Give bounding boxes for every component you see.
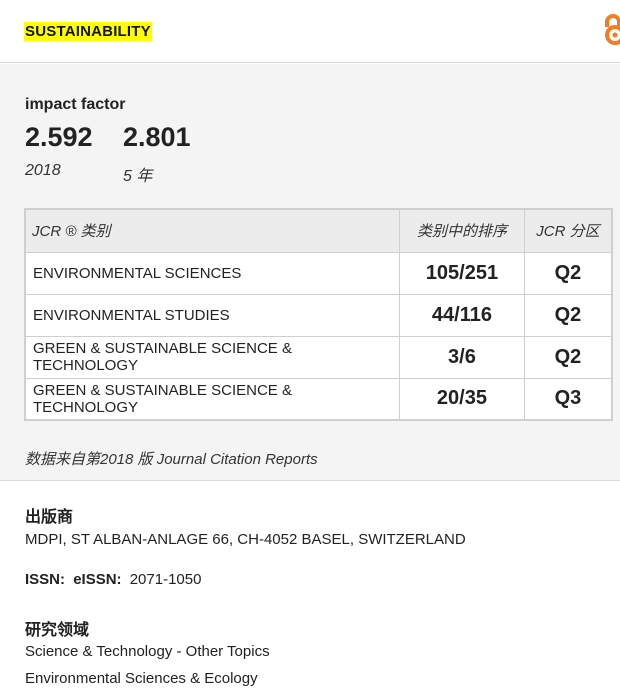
- research-areas-heading: 研究领域: [25, 622, 90, 639]
- category-cell: ENVIRONMENTAL SCIENCES: [24, 251, 401, 295]
- quartile-cell: Q2: [523, 293, 613, 337]
- journal-title[interactable]: SUSTAINABILITY: [24, 22, 152, 41]
- quartile-cell: Q2: [523, 335, 613, 379]
- eissn-label: eISSN:: [73, 571, 122, 588]
- table-row: GREEN & SUSTAINABLE SCIENCE & TECHNOLOGY…: [24, 377, 613, 421]
- research-area-item[interactable]: Environmental Sciences & Ecology: [25, 670, 258, 687]
- rank-cell: 44/116: [399, 293, 525, 337]
- quartile-cell: Q3: [523, 377, 613, 421]
- open-access-icon: [605, 14, 620, 45]
- eissn-value: 2071-1050: [129, 571, 202, 588]
- jcr-source-note: 数据来自第2018 版 Journal Citation Reports: [25, 451, 318, 468]
- quartile-cell: Q2: [523, 251, 613, 295]
- journal-metrics-panel: impact factor 2.592 2018 2.801 5 年 JCR ®…: [0, 64, 620, 481]
- five-year-impact-factor-label: 5 年: [123, 168, 153, 185]
- five-year-impact-factor-value: 2.801: [123, 122, 191, 152]
- column-header-category: JCR ® 类别: [24, 208, 401, 253]
- jcr-category-table: JCR ® 类别 类别中的排序 JCR 分区 ENVIRONMENTAL SCI…: [24, 208, 613, 421]
- issn-row: ISSN: eISSN: 2071-1050: [25, 571, 201, 588]
- research-area-item[interactable]: Science & Technology - Other Topics: [25, 643, 270, 660]
- table-header-row: JCR ® 类别 类别中的排序 JCR 分区: [24, 208, 613, 253]
- column-header-quartile: JCR 分区: [523, 208, 613, 253]
- impact-factor-value: 2.592: [25, 122, 93, 152]
- publisher-heading: 出版商: [25, 509, 74, 526]
- table-row: ENVIRONMENTAL SCIENCES 105/251 Q2: [24, 251, 613, 295]
- table-row: ENVIRONMENTAL STUDIES 44/116 Q2: [24, 293, 613, 337]
- rank-cell: 20/35: [399, 377, 525, 421]
- category-cell: GREEN & SUSTAINABLE SCIENCE & TECHNOLOGY: [24, 335, 401, 379]
- category-cell: ENVIRONMENTAL STUDIES: [24, 293, 401, 337]
- publisher-address: MDPI, ST ALBAN-ANLAGE 66, CH-4052 BASEL,…: [25, 531, 466, 548]
- table-row: GREEN & SUSTAINABLE SCIENCE & TECHNOLOGY…: [24, 335, 613, 379]
- impact-factor-label: impact factor: [25, 96, 126, 113]
- column-header-rank: 类别中的排序: [399, 208, 525, 253]
- category-cell: GREEN & SUSTAINABLE SCIENCE & TECHNOLOGY: [24, 377, 401, 421]
- rank-cell: 3/6: [399, 335, 525, 379]
- header: SUSTAINABILITY: [0, 0, 620, 63]
- issn-label: ISSN:: [25, 571, 66, 588]
- impact-factor-year: 2018: [25, 162, 61, 179]
- rank-cell: 105/251: [399, 251, 525, 295]
